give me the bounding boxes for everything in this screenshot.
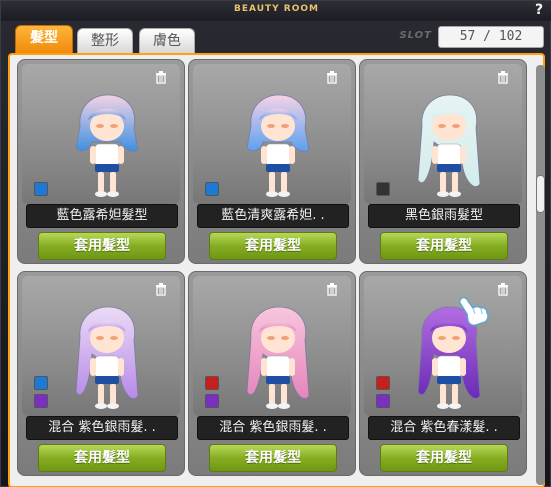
color-swatch[interactable] (205, 394, 219, 408)
hair-name: 混合 紫色春漾髮. . (368, 416, 520, 440)
color-swatch[interactable] (205, 182, 219, 196)
hair-card[interactable]: 混合 紫色銀雨髮. . 套用髮型 (188, 271, 356, 476)
hair-name: 黑色銀雨髮型 (368, 204, 520, 228)
hair-name: 混合 紫色銀雨髮. . (197, 416, 349, 440)
window-title: BEAUTY ROOM (234, 4, 319, 14)
trash-icon[interactable] (154, 282, 168, 296)
trash-icon[interactable] (496, 70, 510, 84)
trash-icon[interactable] (325, 70, 339, 84)
apply-hair-button[interactable]: 套用髮型 (380, 232, 508, 260)
hair-card[interactable]: 混合 紫色銀雨髮. . 套用髮型 (17, 271, 185, 476)
apply-hair-button[interactable]: 套用髮型 (209, 232, 337, 260)
title-bar[interactable]: BEAUTY ROOM ? (1, 1, 551, 21)
slot-label: SLOT (399, 30, 432, 41)
hair-name: 混合 紫色銀雨髮. . (26, 416, 178, 440)
hair-card[interactable]: 混合 紫色春漾髮. . 套用髮型 (359, 271, 527, 476)
beauty-room-window: BEAUTY ROOM ? 髮型 整形 膚色 SLOT 57 / 102 藍色露… (0, 0, 551, 487)
hair-slot-panel: 藍色露希妲髮型 套用髮型 藍色清爽露希妲. . 套用髮型 黑色銀雨髮型 套用髮型… (8, 53, 545, 487)
hand-cursor-icon (458, 296, 489, 326)
color-swatch[interactable] (34, 182, 48, 196)
character-preview (22, 276, 180, 416)
scroll-track[interactable] (536, 65, 545, 485)
trash-icon[interactable] (496, 282, 510, 296)
tab-hair[interactable]: 髮型 (15, 25, 73, 53)
hair-card[interactable]: 黑色銀雨髮型 套用髮型 (359, 59, 527, 264)
color-swatch[interactable] (376, 376, 390, 390)
apply-hair-button[interactable]: 套用髮型 (380, 444, 508, 472)
color-swatch[interactable] (34, 394, 48, 408)
character-preview (364, 64, 522, 204)
hair-name: 藍色清爽露希妲. . (197, 204, 349, 228)
color-swatch[interactable] (34, 376, 48, 390)
color-swatch[interactable] (205, 376, 219, 390)
help-button[interactable]: ? (532, 2, 546, 18)
tab-face[interactable]: 整形 (77, 28, 133, 53)
apply-hair-button[interactable]: 套用髮型 (38, 232, 166, 260)
tab-skin[interactable]: 膚色 (139, 28, 195, 53)
hair-card[interactable]: 藍色清爽露希妲. . 套用髮型 (188, 59, 356, 264)
character-avatar (417, 94, 481, 197)
character-preview (193, 64, 351, 204)
character-avatar (75, 94, 139, 197)
character-avatar (246, 306, 310, 409)
hair-name: 藍色露希妲髮型 (26, 204, 178, 228)
trash-icon[interactable] (154, 70, 168, 84)
trash-icon[interactable] (325, 282, 339, 296)
hair-card[interactable]: 藍色露希妲髮型 套用髮型 (17, 59, 185, 264)
color-swatch[interactable] (376, 394, 390, 408)
scroll-thumb[interactable] (536, 175, 545, 213)
character-preview (193, 276, 351, 416)
character-preview (22, 64, 180, 204)
color-swatch[interactable] (376, 182, 390, 196)
scrollbar[interactable] (536, 65, 545, 485)
character-avatar (75, 306, 139, 409)
character-avatar (246, 94, 310, 197)
character-preview (364, 276, 522, 416)
apply-hair-button[interactable]: 套用髮型 (38, 444, 166, 472)
apply-hair-button[interactable]: 套用髮型 (209, 444, 337, 472)
slot-value: 57 / 102 (438, 26, 544, 48)
